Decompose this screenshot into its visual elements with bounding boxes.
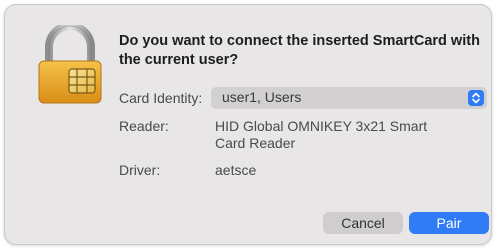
smartcard-lock-icon	[38, 25, 102, 104]
driver-label: Driver:	[119, 162, 161, 178]
pair-button[interactable]: Pair	[409, 212, 489, 234]
smartcard-pair-dialog: Do you want to connect the inserted Smar…	[4, 4, 492, 245]
driver-value: aetsce	[215, 162, 257, 178]
card-identity-value: user1, Users	[222, 89, 302, 105]
reader-value-line1: HID Global OMNIKEY 3x21 Smart	[215, 118, 428, 134]
cancel-button[interactable]: Cancel	[323, 212, 403, 234]
card-identity-label: Card Identity:	[119, 90, 203, 106]
dialog-title: Do you want to connect the inserted Smar…	[119, 33, 480, 68]
card-identity-select[interactable]: user1, Users	[211, 87, 487, 109]
reader-label: Reader:	[119, 118, 169, 134]
reader-value-line2: Card Reader	[215, 135, 296, 151]
chevron-updown-icon[interactable]	[468, 90, 484, 106]
